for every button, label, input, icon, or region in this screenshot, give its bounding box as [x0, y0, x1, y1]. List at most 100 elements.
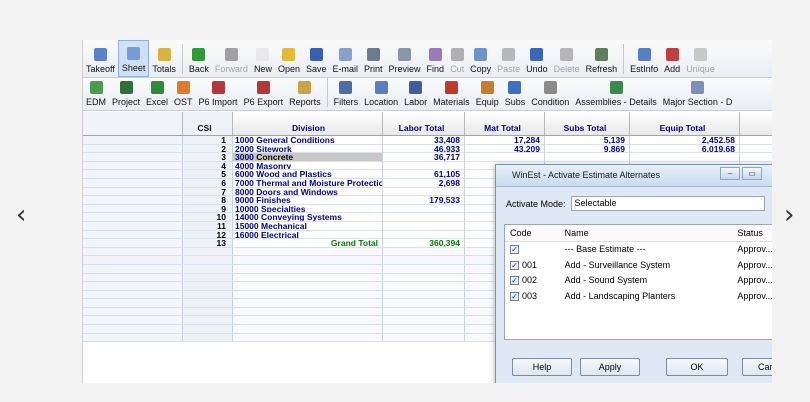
condition-button[interactable]: Condition	[528, 78, 572, 110]
column-code[interactable]: Code	[505, 225, 560, 241]
labor-total-cell[interactable]	[383, 187, 465, 196]
alternate-checkbox[interactable]: ✓	[510, 276, 519, 286]
undo-button[interactable]: Undo	[523, 40, 551, 77]
division-cell[interactable]: 14000 Conveying Systems	[233, 213, 383, 221]
alternate-row[interactable]: ✓ 003 Add - Landscaping Planters Approv...	[505, 289, 772, 305]
table-row[interactable]: 3 3000 Concrete 36,717	[83, 153, 772, 162]
equip-total-cell[interactable]: 2,452.58	[630, 136, 740, 144]
subs-total-cell[interactable]	[545, 153, 630, 161]
add-button[interactable]: Add	[661, 40, 683, 77]
p6-export-button[interactable]: P6 Export	[241, 78, 287, 110]
alternate-checkbox[interactable]: ✓	[510, 291, 519, 301]
division-cell[interactable]: 8000 Doors and Windows	[233, 187, 383, 196]
table-row[interactable]: 2 2000 Sitework 46,933 43,209 9,869 6,019.68	[83, 144, 772, 154]
equip-button[interactable]: Equip	[473, 78, 502, 110]
copy-button[interactable]: Copy	[467, 40, 494, 77]
division-cell[interactable]: 15000 Mechanical	[233, 221, 383, 230]
ost-button[interactable]: OST	[171, 78, 196, 110]
sheet-button[interactable]: Sheet	[117, 40, 150, 77]
labor-total-cell[interactable]	[383, 213, 465, 221]
print-button[interactable]: Print	[361, 40, 386, 77]
edm-button[interactable]: EDM	[83, 78, 109, 110]
labor-total-cell[interactable]	[383, 221, 465, 230]
apply-button[interactable]: Apply	[580, 358, 640, 376]
labor-total-cell[interactable]: 61,105	[383, 170, 465, 178]
labor-total-cell[interactable]: 2,698	[383, 178, 465, 187]
forward-button[interactable]: Forward	[212, 40, 251, 77]
labor-total-cell[interactable]: 33,408	[383, 136, 465, 144]
new-button[interactable]: New	[251, 40, 275, 77]
subs-total-cell[interactable]: 9,869	[545, 144, 630, 153]
assemblies-details-button[interactable]: Assemblies - Details	[572, 78, 660, 110]
takeoff-button[interactable]: Takeoff	[83, 40, 118, 77]
next-slide-icon[interactable]: ›	[784, 200, 794, 230]
back-button[interactable]: Back	[186, 40, 212, 77]
location-button[interactable]: Location	[361, 78, 401, 110]
header-csi[interactable]: CSI	[183, 112, 233, 135]
save-button[interactable]: Save	[303, 40, 330, 77]
header-division[interactable]: Division	[233, 112, 383, 135]
labor-total-cell[interactable]: 179,533	[383, 196, 465, 204]
header-labor-total[interactable]: Labor Total	[383, 112, 465, 135]
help-button[interactable]: Help	[512, 358, 572, 376]
excel-button[interactable]: Excel	[143, 78, 171, 110]
header-subs-total[interactable]: Subs Total	[545, 112, 630, 135]
reports-button[interactable]: Reports	[286, 78, 324, 110]
materials-button[interactable]: Materials	[430, 78, 473, 110]
maximize-button[interactable]: ▭	[742, 167, 762, 180]
cancel-button[interactable]: Cancel	[742, 358, 772, 376]
labor-total-cell[interactable]: 36,717	[383, 153, 465, 161]
column-status[interactable]: Status	[732, 225, 772, 241]
alternate-row[interactable]: ✓ 001 Add - Surveillance System Approv...	[505, 258, 772, 274]
labor-total-cell[interactable]: 46,933	[383, 144, 465, 153]
alternate-row[interactable]: ✓ --- Base Estimate --- Approv...	[505, 242, 772, 258]
division-cell[interactable]: 7000 Thermal and Moisture Protection	[233, 178, 383, 187]
labor-total-cell[interactable]	[383, 204, 465, 213]
labor-button[interactable]: Labor	[401, 78, 430, 110]
labor-total-cell[interactable]	[383, 230, 465, 239]
division-cell[interactable]: 10000 Specialties	[233, 204, 383, 213]
table-row[interactable]: 1 1000 General Conditions 33,408 17,284 5,13…	[83, 136, 772, 145]
labor-total-cell[interactable]: 360,394	[383, 239, 465, 247]
open-button[interactable]: Open	[275, 40, 303, 77]
division-cell[interactable]: Grand Total	[233, 239, 383, 247]
division-cell[interactable]: 2000 Sitework	[233, 144, 383, 153]
filters-button[interactable]: Filters	[331, 78, 362, 110]
division-cell[interactable]: 6000 Wood and Plastics	[233, 170, 383, 178]
subs-button[interactable]: Subs	[502, 78, 529, 110]
preview-button[interactable]: Preview	[386, 40, 424, 77]
alternate-row[interactable]: ✓ 002 Add - Sound System Approv...	[505, 273, 772, 289]
division-cell[interactable]: 4000 Masonry	[233, 161, 383, 170]
division-cell[interactable]: 3000 Concrete	[233, 153, 383, 161]
division-cell[interactable]: 16000 Electrical	[233, 230, 383, 239]
mat-total-cell[interactable]: 17,284	[465, 136, 545, 144]
division-cell[interactable]: 1000 General Conditions	[233, 136, 383, 144]
project-button[interactable]: Project	[109, 78, 143, 110]
minimize-button[interactable]: –	[720, 167, 740, 180]
major-section-d-button[interactable]: Major Section - D	[660, 78, 736, 110]
cut-button[interactable]: Cut	[447, 40, 467, 77]
column-name[interactable]: Name	[560, 225, 733, 241]
find-button[interactable]: Find	[424, 40, 448, 77]
alternate-checkbox[interactable]: ✓	[510, 245, 519, 255]
division-cell[interactable]: 9000 Finishes	[233, 196, 383, 204]
mat-total-cell[interactable]	[465, 153, 545, 161]
alternate-checkbox[interactable]: ✓	[510, 260, 519, 270]
previous-slide-icon[interactable]: ‹	[16, 200, 26, 230]
totals-button[interactable]: Totals	[149, 40, 179, 77]
p6-import-button[interactable]: P6 Import	[196, 78, 241, 110]
unique-button[interactable]: Unique	[683, 40, 718, 77]
equip-total-cell[interactable]: 6,019.68	[630, 144, 740, 153]
ok-button[interactable]: OK	[666, 358, 728, 376]
estinfo-button[interactable]: EstInfo	[627, 40, 661, 77]
paste-button[interactable]: Paste	[494, 40, 523, 77]
header-mat-total[interactable]: Mat Total	[465, 112, 545, 135]
e-mail-button[interactable]: E-mail	[330, 40, 362, 77]
subs-total-cell[interactable]: 5,139	[545, 136, 630, 144]
refresh-button[interactable]: Refresh	[583, 40, 621, 77]
equip-total-cell[interactable]	[630, 153, 740, 161]
header-equip-total[interactable]: Equip Total	[630, 112, 740, 135]
mat-total-cell[interactable]: 43,209	[465, 144, 545, 153]
delete-button[interactable]: Delete	[551, 40, 583, 77]
activate-mode-select[interactable]: Selectable	[570, 196, 765, 211]
